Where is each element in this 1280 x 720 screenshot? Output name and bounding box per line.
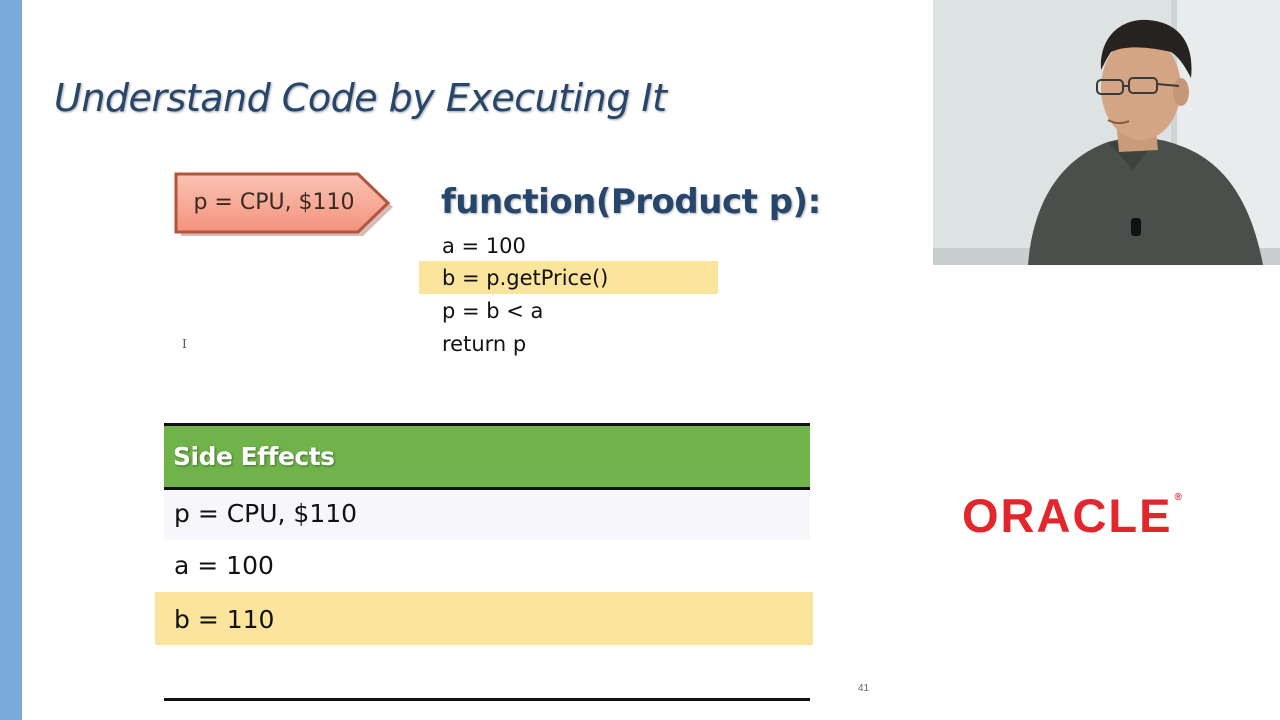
table-cell: a = 100: [174, 551, 274, 580]
slide-accent-bar: [0, 0, 22, 720]
registered-mark: ®: [1174, 492, 1182, 503]
lecture-frame: Understand Code by Executing It p = CPU,…: [0, 0, 1280, 720]
table-row-highlighted: b = 110: [155, 592, 813, 645]
side-effects-header: Side Effects: [164, 426, 810, 488]
code-line: p = b < a: [442, 299, 544, 323]
slide-title: Understand Code by Executing It: [54, 76, 667, 120]
table-row: a = 100: [164, 540, 810, 592]
page-number: 41: [858, 683, 870, 694]
table-cell: b = 110: [174, 605, 275, 634]
speaker-video: [933, 0, 1280, 265]
table-row: p = CPU, $110: [164, 490, 810, 540]
code-line: a = 100: [442, 234, 526, 258]
side-effects-header-label: Side Effects: [173, 442, 335, 471]
input-arrow-tag: p = CPU, $110: [174, 172, 393, 236]
table-cell: p = CPU, $110: [174, 499, 358, 528]
table-bottom-rule: [164, 698, 810, 701]
text-cursor-icon: I: [182, 337, 187, 351]
code-line-highlighted: b = p.getPrice(): [442, 266, 609, 290]
speaker-video-image: [933, 0, 1280, 265]
oracle-logo-text: ORACLE: [962, 489, 1173, 542]
function-header: function(Product p):: [441, 182, 821, 222]
oracle-logo: ORACLE ®: [962, 488, 1182, 543]
code-line: return p: [442, 332, 527, 356]
arrow-tag-label: p = CPU, $110: [193, 190, 355, 215]
